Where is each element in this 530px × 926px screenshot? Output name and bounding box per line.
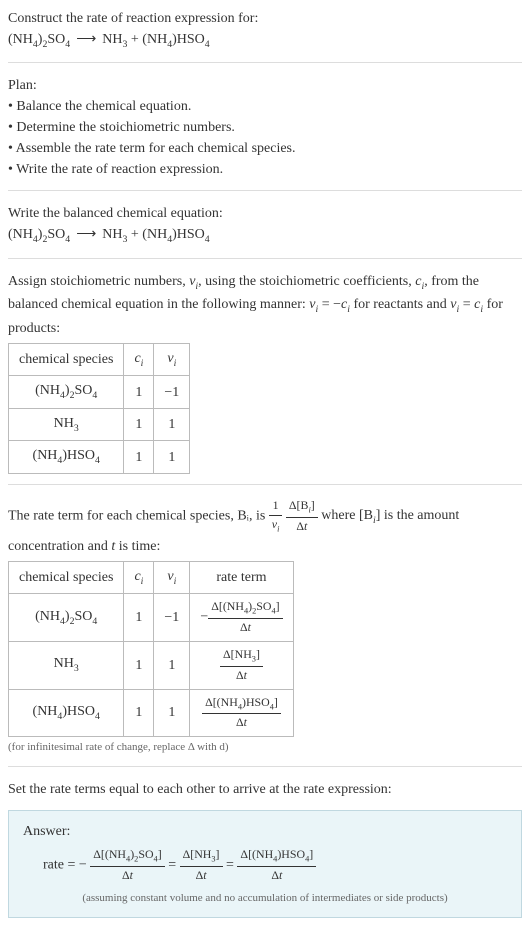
col-species: chemical species (9, 343, 124, 375)
stoich-section: Assign stoichiometric numbers, νi, using… (8, 271, 522, 485)
vi-cell: 1 (154, 641, 190, 689)
rate-term-cell: −Δ[(NH4)2SO4]Δt (190, 594, 293, 642)
rate-intro-a: The rate term for each chemical species,… (8, 508, 269, 523)
plan-item: • Balance the chemical equation. (8, 96, 522, 117)
species-cell: (NH4)HSO4 (9, 441, 124, 473)
unbalanced-equation: (NH4)2SO4⟶NH3 + (NH4)HSO4 (8, 29, 522, 52)
answer-expression: rate = − Δ[(NH4)2SO4]Δt = Δ[NH3]Δt = Δ[(… (23, 846, 507, 885)
balanced-intro: Write the balanced chemical equation: (8, 203, 522, 224)
set-equal-text: Set the rate terms equal to each other t… (8, 779, 522, 800)
col-species: chemical species (9, 561, 124, 593)
rate-term-section: The rate term for each chemical species,… (8, 497, 522, 767)
table-row: (NH4)HSO4 1 1 (9, 441, 190, 473)
rate-prefix: rate = − (43, 857, 87, 872)
ci-cell: 1 (124, 641, 154, 689)
col-vi: νi (154, 561, 190, 593)
ci-cell: 1 (124, 376, 154, 408)
rate-term-table: chemical species ci νi rate term (NH4)2S… (8, 561, 294, 738)
eq-sign: = (226, 857, 237, 872)
species-cell: NH3 (9, 408, 124, 440)
stoich-intro: Assign stoichiometric numbers, νi, using… (8, 271, 522, 339)
plan-item: • Write the rate of reaction expression. (8, 159, 522, 180)
vi-cell: −1 (154, 376, 190, 408)
col-rate-term: rate term (190, 561, 293, 593)
species-cell: NH3 (9, 641, 124, 689)
species-cell: (NH4)2SO4 (9, 594, 124, 642)
rate-term-intro: The rate term for each chemical species,… (8, 497, 522, 557)
table-row: NH3 1 1 Δ[NH3]Δt (9, 641, 294, 689)
table-row: (NH4)2SO4 1 −1 (9, 376, 190, 408)
col-vi: νi (154, 343, 190, 375)
table-header-row: chemical species ci νi rate term (9, 561, 294, 593)
ci-cell: 1 (124, 594, 154, 642)
stoich-table: chemical species ci νi (NH4)2SO4 1 −1 NH… (8, 343, 190, 474)
infinitesimal-note: (for infinitesimal rate of change, repla… (8, 739, 522, 756)
plan-item: • Assemble the rate term for each chemic… (8, 138, 522, 159)
table-row: NH3 1 1 (9, 408, 190, 440)
plan-section: Plan: • Balance the chemical equation. •… (8, 75, 522, 191)
eq-sign: = (168, 857, 179, 872)
rate-term-cell: Δ[NH3]Δt (190, 641, 293, 689)
intro-section: Construct the rate of reaction expressio… (8, 8, 522, 63)
set-equal-section: Set the rate terms equal to each other t… (8, 779, 522, 804)
balanced-equation: (NH4)2SO4⟶NH3 + (NH4)HSO4 (8, 224, 522, 247)
rate-frac-2: Δ[Bi] Δt (286, 497, 318, 536)
rate-term-cell: Δ[(NH4)HSO4]Δt (190, 689, 293, 737)
table-row: (NH4)2SO4 1 −1 −Δ[(NH4)2SO4]Δt (9, 594, 294, 642)
vi-cell: 1 (154, 689, 190, 737)
plan-title: Plan: (8, 75, 522, 96)
ci-cell: 1 (124, 689, 154, 737)
answer-box: Answer: rate = − Δ[(NH4)2SO4]Δt = Δ[NH3]… (8, 810, 522, 918)
species-cell: (NH4)2SO4 (9, 376, 124, 408)
vi-cell: 1 (154, 408, 190, 440)
rate-frac-1: 1 νi (269, 497, 283, 536)
answer-note: (assuming constant volume and no accumul… (23, 890, 507, 907)
answer-label: Answer: (23, 821, 507, 842)
species-cell: (NH4)HSO4 (9, 689, 124, 737)
intro-text: Construct the rate of reaction expressio… (8, 8, 522, 29)
vi-cell: −1 (154, 594, 190, 642)
table-header-row: chemical species ci νi (9, 343, 190, 375)
col-ci: ci (124, 343, 154, 375)
col-ci: ci (124, 561, 154, 593)
vi-cell: 1 (154, 441, 190, 473)
ci-cell: 1 (124, 441, 154, 473)
plan-item: • Determine the stoichiometric numbers. (8, 117, 522, 138)
balanced-section: Write the balanced chemical equation: (N… (8, 203, 522, 258)
table-row: (NH4)HSO4 1 1 Δ[(NH4)HSO4]Δt (9, 689, 294, 737)
ci-cell: 1 (124, 408, 154, 440)
